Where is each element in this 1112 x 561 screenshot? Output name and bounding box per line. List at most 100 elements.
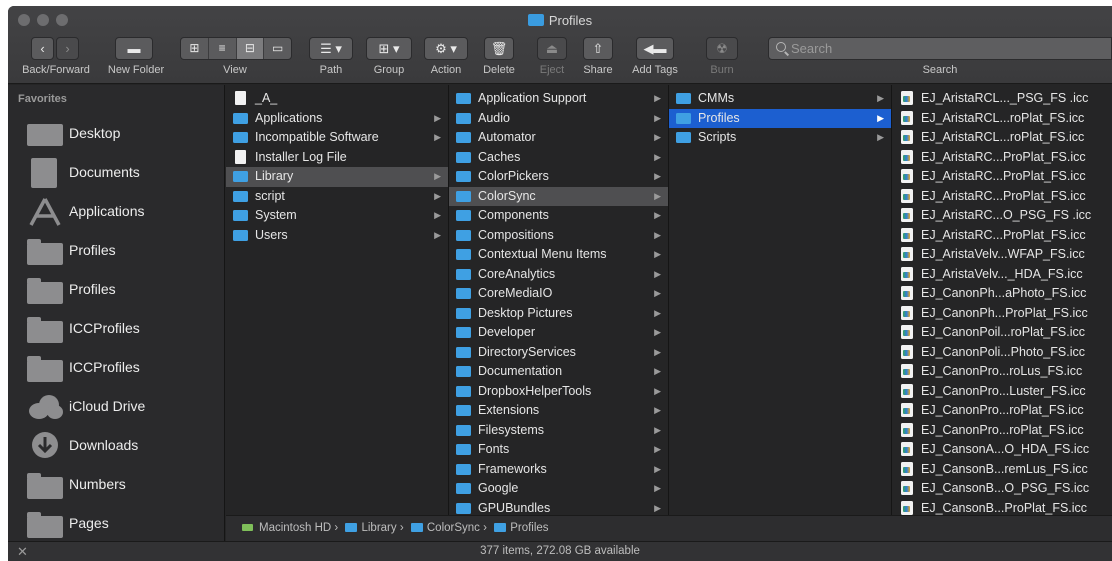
folder-row-colorpickers[interactable]: ColorPickers ▶ bbox=[449, 167, 668, 187]
item-label: Applications bbox=[255, 110, 323, 125]
file-row-ej-cansonb-proplat-fs-icc[interactable]: EJ_CansonB...ProPlat_FS.icc bbox=[892, 499, 1112, 516]
sidebar-item-desktop[interactable]: Desktop bbox=[8, 114, 225, 153]
sidebar-item-numbers[interactable]: Numbers bbox=[8, 465, 225, 504]
file-row-ej-aristarcl-psg-fs-icc[interactable]: EJ_AristaRCL..._PSG_FS .icc bbox=[892, 89, 1112, 109]
folder-row-application-support[interactable]: Application Support ▶ bbox=[449, 89, 668, 109]
item-label: EJ_AristaRCL...roPlat_FS.icc bbox=[921, 110, 1085, 125]
back-button[interactable]: ‹ bbox=[31, 37, 54, 60]
folder-row-library[interactable]: Library ▶ bbox=[226, 167, 448, 187]
item-label: Filesystems bbox=[478, 422, 544, 437]
folder-row-extensions[interactable]: Extensions ▶ bbox=[449, 401, 668, 421]
file-row-ej-canonpro-luster-fs-icc[interactable]: EJ_CanonPro...Luster_FS.icc bbox=[892, 382, 1112, 402]
column-view-icon[interactable]: ⊟ bbox=[236, 38, 265, 59]
path-label: Path bbox=[319, 64, 343, 76]
sidebar-item-downloads[interactable]: Downloads bbox=[8, 426, 225, 465]
folder-row-google[interactable]: Google ▶ bbox=[449, 479, 668, 499]
file-row-ej-aristavelv-hda-fs-icc[interactable]: EJ_AristaVelv..._HDA_FS.icc bbox=[892, 265, 1112, 285]
file-row-ej-aristavelv-wfap-fs-icc[interactable]: EJ_AristaVelv...WFAP_FS.icc bbox=[892, 245, 1112, 265]
file-row-ej-aristarc-proplat-fs-icc[interactable]: EJ_AristaRC...ProPlat_FS.icc bbox=[892, 187, 1112, 207]
item-label: EJ_CanonPro...roLus_FS.icc bbox=[921, 364, 1083, 378]
sidebar-item-iccprofiles[interactable]: ICCProfiles bbox=[8, 348, 225, 387]
list-view-icon[interactable]: ≡ bbox=[209, 38, 237, 59]
file-row-ej-aristarcl-roplat-fs-icc[interactable]: EJ_AristaRCL...roPlat_FS.icc bbox=[892, 109, 1112, 129]
delete-button[interactable]: 🗑 bbox=[484, 37, 514, 60]
sidebar-item-profiles[interactable]: Profiles bbox=[8, 231, 225, 270]
folder-row-components[interactable]: Components ▶ bbox=[449, 206, 668, 226]
folder-row-colorsync[interactable]: ColorSync ▶ bbox=[449, 186, 668, 206]
folder-row-developer[interactable]: Developer ▶ bbox=[449, 323, 668, 343]
path-item-colorsync[interactable]: ColorSync bbox=[427, 522, 480, 534]
view-segmented-control[interactable]: ⊞ ≡ ⊟ ▭ bbox=[180, 37, 292, 60]
action-button[interactable]: ⚙ ▾ bbox=[424, 37, 468, 60]
path-item-profiles[interactable]: Profiles bbox=[510, 522, 548, 534]
folder-row-compositions[interactable]: Compositions ▶ bbox=[449, 226, 668, 246]
search-input[interactable]: Search bbox=[768, 37, 1112, 60]
folder-row-gpubundles[interactable]: GPUBundles ▶ bbox=[449, 499, 668, 516]
sidebar-item-applications[interactable]: Applications bbox=[8, 192, 225, 231]
folder-row-desktop-pictures[interactable]: Desktop Pictures ▶ bbox=[449, 304, 668, 324]
file-row-ej-cansona-o-hda-fs-icc[interactable]: EJ_CansonA...O_HDA_FS.icc bbox=[892, 440, 1112, 460]
sidebar-item-label: Profiles bbox=[69, 281, 116, 297]
disclosure-arrow-icon: ▶ bbox=[654, 229, 661, 240]
sidebar-item-documents[interactable]: Documents bbox=[8, 153, 225, 192]
folder-row-coremediaio[interactable]: CoreMediaIO ▶ bbox=[449, 284, 668, 304]
forward-button[interactable]: › bbox=[56, 37, 79, 60]
chevron-left-icon: ‹ bbox=[40, 41, 45, 56]
file-row-ej-canonpro-rolus-fs-icc[interactable]: EJ_CanonPro...roLus_FS.icc bbox=[892, 362, 1112, 382]
sidebar-item-icloud-drive[interactable]: iCloud Drive bbox=[8, 387, 225, 426]
folder-row-contextual-menu-items[interactable]: Contextual Menu Items ▶ bbox=[449, 245, 668, 265]
folder-row-dropboxhelpertools[interactable]: DropboxHelperTools ▶ bbox=[449, 382, 668, 402]
close-icon[interactable]: ✕ bbox=[17, 542, 28, 561]
eject-button[interactable]: ⏏ bbox=[537, 37, 567, 60]
file-row-ej-aristarcl-roplat-fs-icc[interactable]: EJ_AristaRCL...roPlat_FS.icc bbox=[892, 128, 1112, 148]
folder-row-profiles[interactable]: Profiles ▶ bbox=[669, 108, 891, 128]
folder-row-fonts[interactable]: Fonts ▶ bbox=[449, 440, 668, 460]
folder-row-users[interactable]: Users ▶ bbox=[226, 226, 448, 246]
folder-row-frameworks[interactable]: Frameworks ▶ bbox=[449, 460, 668, 480]
file-row-ej-canonpoli-photo-fs-icc[interactable]: EJ_CanonPoli...Photo_FS.icc bbox=[892, 343, 1112, 363]
file-row-a[interactable]: _A_ bbox=[226, 89, 448, 109]
folder-row-applications[interactable]: Applications ▶ bbox=[226, 109, 448, 129]
file-row-ej-aristarc-proplat-fs-icc[interactable]: EJ_AristaRC...ProPlat_FS.icc bbox=[892, 148, 1112, 168]
path-button[interactable]: ☰ ▾ bbox=[309, 37, 353, 60]
folder-row-incompatible-software[interactable]: Incompatible Software ▶ bbox=[226, 128, 448, 148]
folder-row-directoryservices[interactable]: DirectoryServices ▶ bbox=[449, 343, 668, 363]
file-row-installer-log-file[interactable]: Installer Log File bbox=[226, 148, 448, 168]
burn-button[interactable]: ☢ bbox=[706, 37, 738, 60]
file-row-ej-canonpro-roplat-fs-icc[interactable]: EJ_CanonPro...roPlat_FS.icc bbox=[892, 421, 1112, 441]
path-item-macintosh-hd[interactable]: Macintosh HD bbox=[259, 522, 331, 534]
folder-row-filesystems[interactable]: Filesystems ▶ bbox=[449, 421, 668, 441]
sidebar-item-iccprofiles[interactable]: ICCProfiles bbox=[8, 309, 225, 348]
file-row-ej-cansonb-remlus-fs-icc[interactable]: EJ_CansonB...remLus_FS.icc bbox=[892, 460, 1112, 480]
folder-row-audio[interactable]: Audio ▶ bbox=[449, 109, 668, 129]
icc-profile-icon bbox=[901, 442, 913, 456]
file-row-ej-aristarc-proplat-fs-icc[interactable]: EJ_AristaRC...ProPlat_FS.icc bbox=[892, 167, 1112, 187]
add-tags-button[interactable]: ◀▬ bbox=[636, 37, 674, 60]
gallery-view-icon[interactable]: ▭ bbox=[264, 38, 291, 59]
new-folder-button[interactable]: ▬ bbox=[115, 37, 153, 60]
folder-row-caches[interactable]: Caches ▶ bbox=[449, 148, 668, 168]
folder-row-system[interactable]: System ▶ bbox=[226, 206, 448, 226]
share-button[interactable]: ⇧ bbox=[583, 37, 613, 60]
file-row-ej-aristarc-o-psg-fs-icc[interactable]: EJ_AristaRC...O_PSG_FS .icc bbox=[892, 206, 1112, 226]
folder-row-coreanalytics[interactable]: CoreAnalytics ▶ bbox=[449, 265, 668, 285]
icc-profile-icon bbox=[901, 188, 913, 203]
file-row-ej-canonph-aphoto-fs-icc[interactable]: EJ_CanonPh...aPhoto_FS.icc bbox=[892, 284, 1112, 304]
sidebar-item-profiles[interactable]: Profiles bbox=[8, 270, 225, 309]
folder-row-documentation[interactable]: Documentation ▶ bbox=[449, 362, 668, 382]
file-row-ej-canonph-proplat-fs-icc[interactable]: EJ_CanonPh...ProPlat_FS.icc bbox=[892, 304, 1112, 324]
file-row-ej-aristarc-proplat-fs-icc[interactable]: EJ_AristaRC...ProPlat_FS.icc bbox=[892, 226, 1112, 246]
folder-row-cmms[interactable]: CMMs ▶ bbox=[669, 89, 891, 109]
file-row-ej-cansonb-o-psg-fs-icc[interactable]: EJ_CansonB...O_PSG_FS.icc bbox=[892, 479, 1112, 499]
file-row-ej-canonpro-roplat-fs-icc[interactable]: EJ_CanonPro...roPlat_FS.icc bbox=[892, 401, 1112, 421]
folder-row-automator[interactable]: Automator ▶ bbox=[449, 128, 668, 148]
path-item-library[interactable]: Library bbox=[361, 522, 396, 534]
folder-row-script[interactable]: script ▶ bbox=[226, 187, 448, 207]
sidebar-item-pages[interactable]: Pages bbox=[8, 504, 225, 543]
icon-view-icon[interactable]: ⊞ bbox=[181, 38, 209, 59]
file-row-ej-canonpoil-roplat-fs-icc[interactable]: EJ_CanonPoil...roPlat_FS.icc bbox=[892, 323, 1112, 343]
folder-row-scripts[interactable]: Scripts ▶ bbox=[669, 128, 891, 148]
sidebar-item-label: Documents bbox=[69, 164, 140, 180]
group-button[interactable]: ⊞ ▾ bbox=[366, 37, 412, 60]
folder-icon bbox=[233, 229, 248, 241]
